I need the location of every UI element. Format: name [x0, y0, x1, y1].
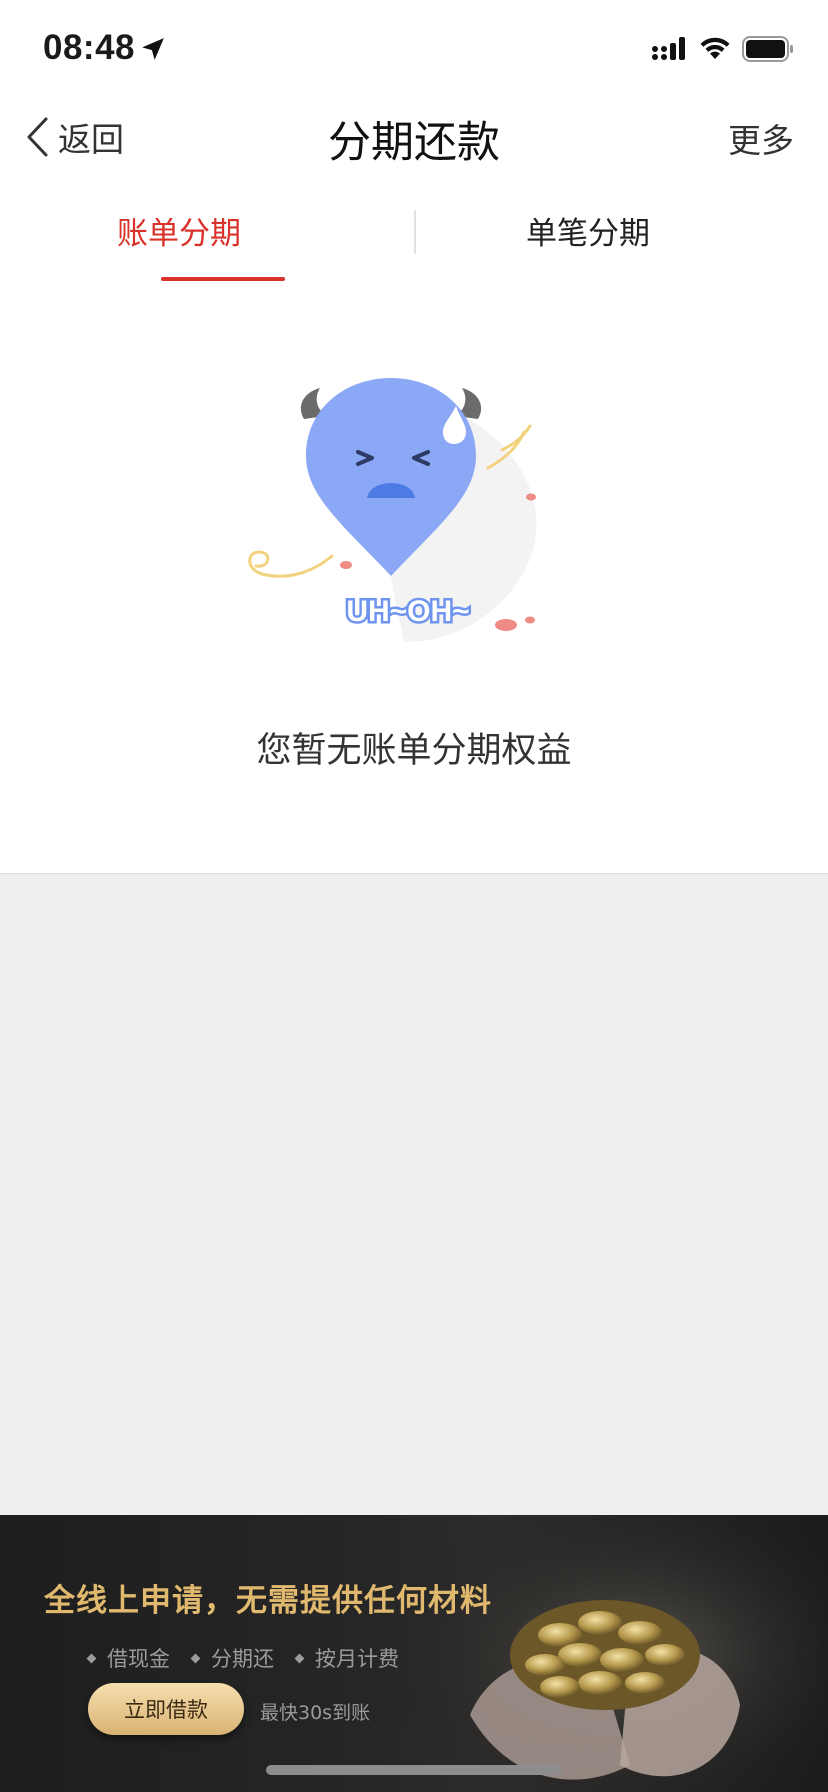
cta-note: 最快30s到账: [260, 1702, 371, 1724]
diamond-bullet-icon: [294, 1653, 305, 1663]
installment-repayment-page: 08:48 返回 分期还款 更多 账单分期 单笔分期 UH~OH~ 您暂无账单分…: [0, 0, 828, 1792]
page-title: 分期还款: [328, 118, 500, 168]
banner-features: 借现金 分期还 按月计费: [86, 1643, 399, 1673]
tab-bill-installment[interactable]: 账单分期: [0, 176, 414, 284]
home-indicator[interactable]: [266, 1765, 562, 1775]
feature-item: 分期还: [190, 1643, 274, 1673]
loan-promo-banner[interactable]: 全线上申请，无需提供任何材料 借现金 分期还 按月计费 立即借款 最快30s到账: [0, 1515, 828, 1792]
feature-item: 借现金: [86, 1643, 170, 1673]
more-button[interactable]: 更多: [728, 114, 794, 162]
sad-mascot-illustration: UH~OH~: [248, 378, 537, 642]
empty-state-message: 您暂无账单分期权益: [256, 731, 572, 771]
coins-in-hands-image: [400, 1515, 828, 1792]
status-bar: 08:48: [0, 0, 828, 96]
illustration-text: UH~OH~: [346, 595, 469, 628]
feature-item: 按月计费: [294, 1643, 399, 1673]
tab-single-installment[interactable]: 单笔分期: [414, 176, 828, 284]
borrow-now-button[interactable]: 立即借款: [88, 1683, 244, 1735]
wifi-icon: [700, 37, 730, 59]
diamond-bullet-icon: [190, 1653, 201, 1663]
status-time: 08:48: [43, 28, 136, 67]
battery-icon: [742, 36, 793, 62]
empty-state-panel: UH~OH~ 您暂无账单分期权益: [0, 284, 828, 874]
cellular-signal-icon: [652, 37, 685, 60]
navigation-bar: 返回 分期还款 更多: [0, 96, 828, 176]
diamond-bullet-icon: [86, 1653, 97, 1663]
location-arrow-icon: [142, 38, 164, 60]
tab-bar: 账单分期 单笔分期: [0, 176, 828, 284]
active-tab-indicator: [161, 277, 285, 281]
banner-headline: 全线上申请，无需提供任何材料: [44, 1583, 492, 1619]
